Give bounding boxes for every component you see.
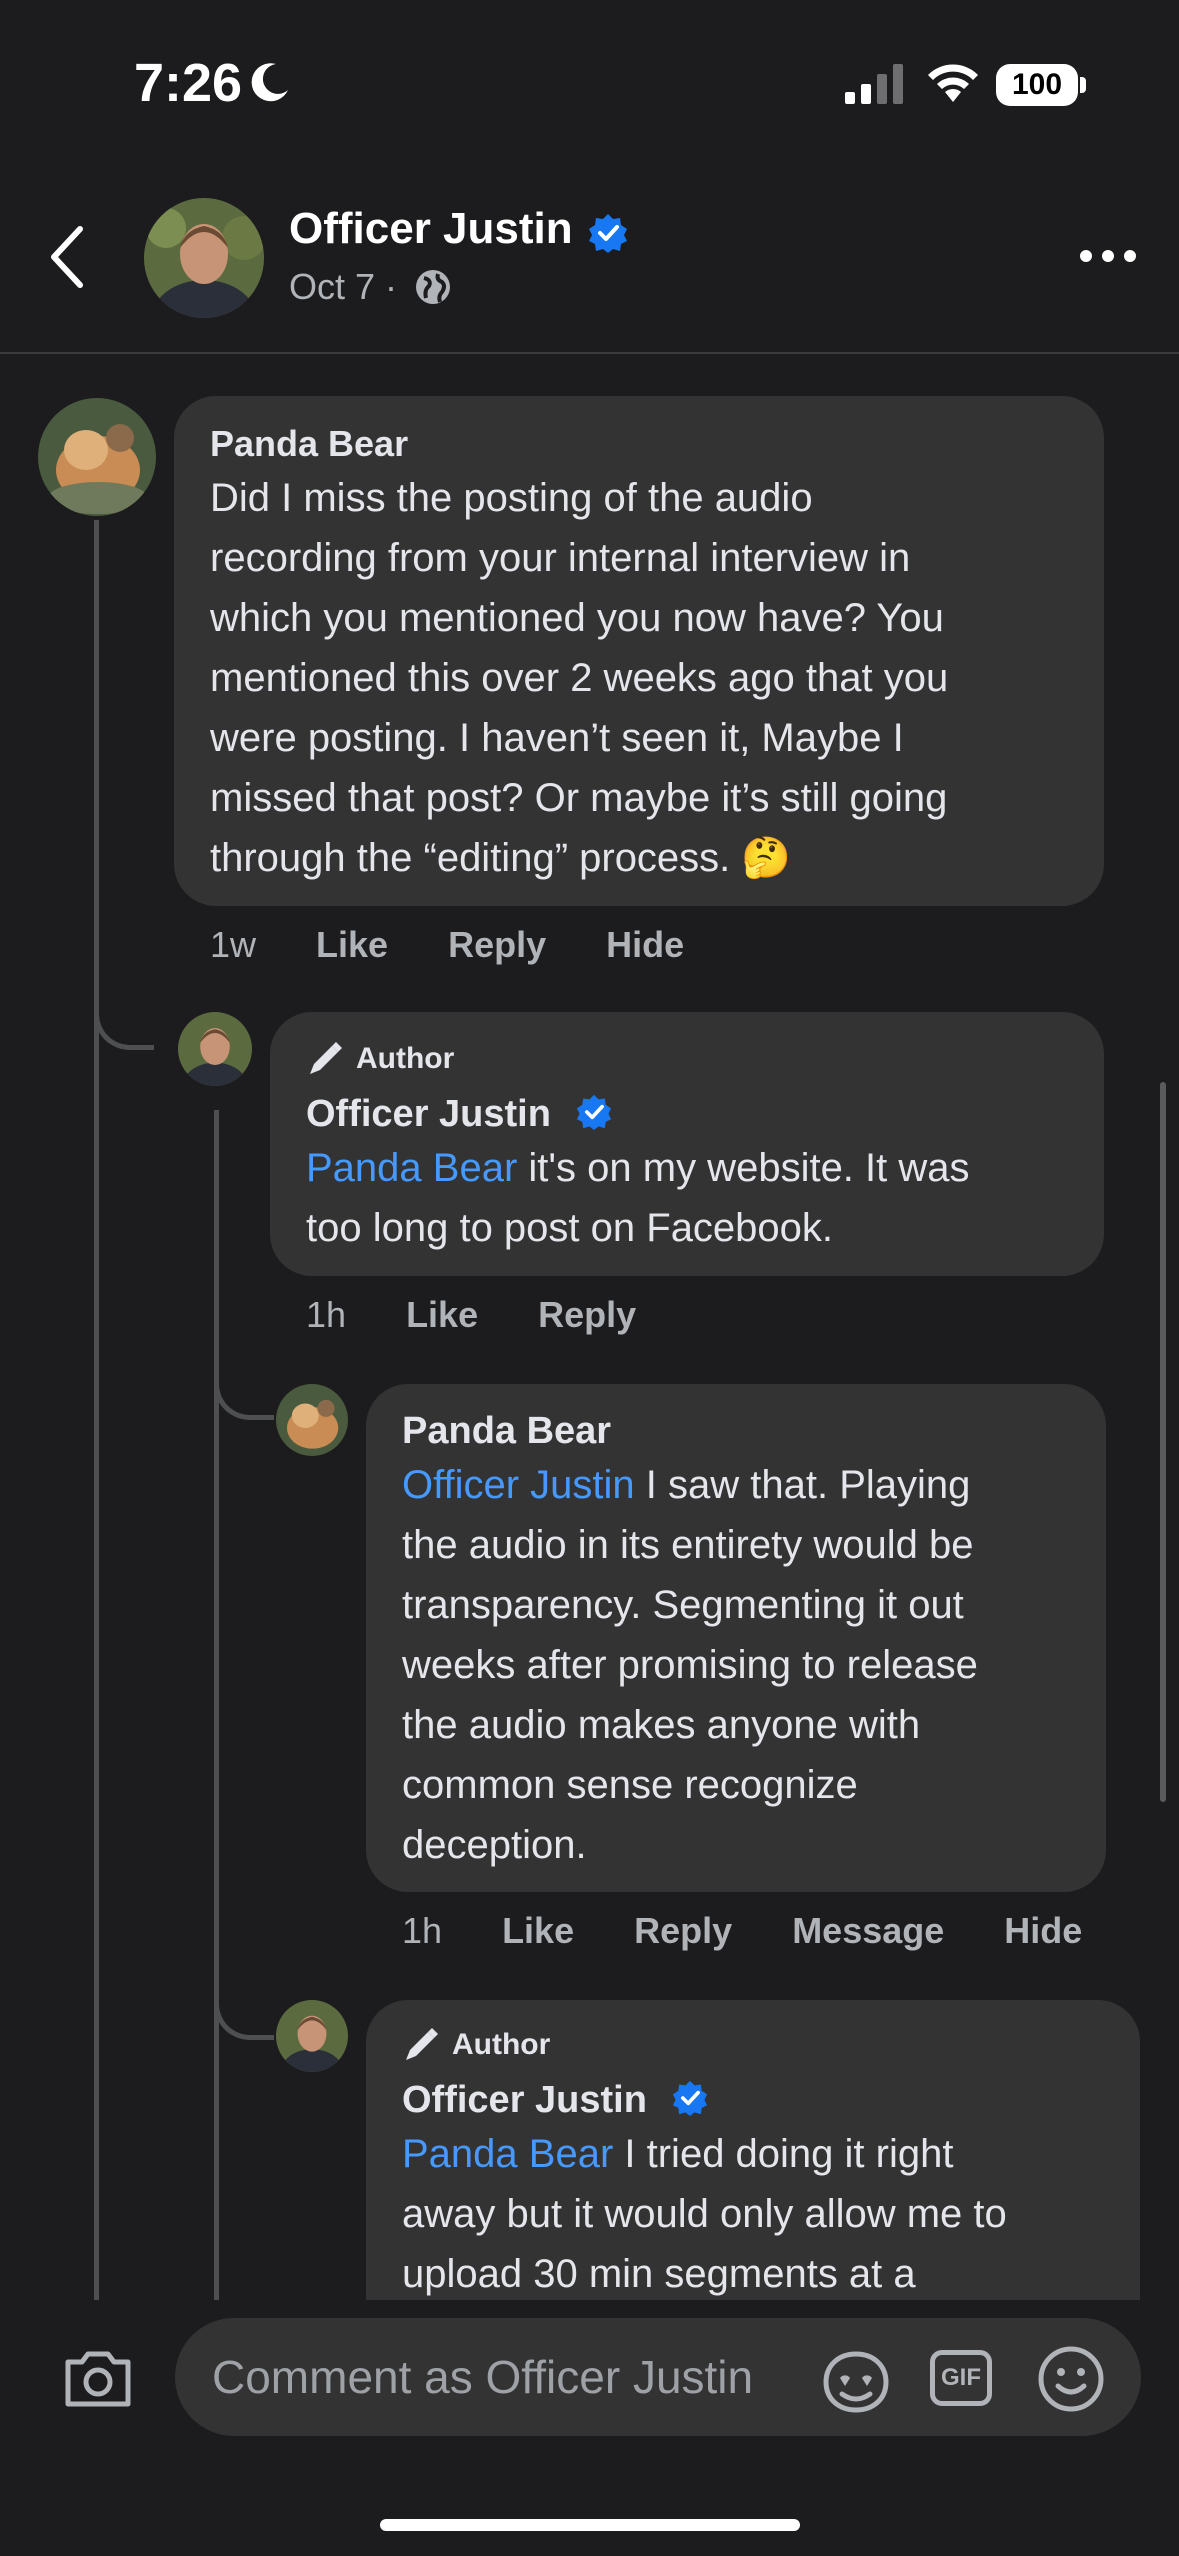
comment-author[interactable]: Officer Justin: [402, 2079, 647, 2122]
comment-line: through the “editing” process. 🤔: [210, 836, 792, 880]
comment-line: the audio makes anyone with: [402, 1703, 921, 1747]
message-button[interactable]: Message: [792, 1910, 944, 1951]
thread-line-level1: [94, 520, 99, 2300]
header-name[interactable]: Officer Justin: [289, 204, 573, 254]
hide-button[interactable]: Hide: [1004, 1910, 1082, 1951]
mention-link[interactable]: Officer Justin: [402, 1463, 635, 1507]
comment-actions: 1h Like Reply Message Hide: [402, 1910, 1132, 1952]
commenter-avatar[interactable]: [276, 2000, 348, 2072]
battery-tip: [1080, 77, 1086, 93]
comment-actions: 1h Like Reply: [306, 1294, 686, 1336]
comment-line: recording from your internal interview i…: [210, 536, 911, 580]
pencil-icon: [310, 1042, 342, 1074]
comment-actions: 1w Like Reply Hide: [210, 924, 734, 966]
comment-placeholder: Comment as Officer Justin: [212, 2351, 754, 2403]
emoji-icon[interactable]: [1036, 2344, 1106, 2414]
comment-line-rest: it's on my website. It was: [517, 1146, 970, 1190]
back-icon[interactable]: [46, 225, 86, 289]
comment-text: Officer Justin I saw that. Playing the a…: [402, 1455, 1092, 1875]
author-badge: Author: [356, 1042, 455, 1075]
mention-link[interactable]: Panda Bear: [402, 2132, 613, 2176]
header-avatar[interactable]: [144, 198, 264, 318]
comment-line: transparency. Segmenting it out: [402, 1583, 964, 1627]
comment-line: weeks after promising to release: [402, 1643, 978, 1687]
comment-time: 1w: [210, 924, 257, 965]
scrollbar[interactable]: [1160, 1082, 1166, 1802]
commenter-avatar[interactable]: [276, 1384, 348, 1456]
reply-button[interactable]: Reply: [538, 1294, 636, 1335]
thread-line-level2: [214, 1110, 219, 2300]
gif-button[interactable]: GIF: [930, 2350, 992, 2406]
sticker-icon[interactable]: [820, 2348, 892, 2416]
like-button[interactable]: Like: [316, 924, 388, 965]
comment-time: 1h: [306, 1294, 347, 1335]
commenter-avatar[interactable]: [38, 398, 156, 516]
comment-line-rest: I saw that. Playing: [634, 1463, 971, 1507]
reply-button[interactable]: Reply: [634, 1910, 732, 1951]
home-indicator[interactable]: [380, 2519, 800, 2531]
battery-indicator: 100: [996, 64, 1078, 106]
status-time: 7:26: [134, 53, 243, 113]
camera-icon[interactable]: [62, 2348, 134, 2408]
reply-button[interactable]: Reply: [448, 924, 546, 965]
like-button[interactable]: Like: [406, 1294, 478, 1335]
thread-connector-2: [214, 1370, 274, 1420]
comment-line: too long to post on Facebook.: [306, 1206, 834, 1250]
comment-line: Panda Bear I tried doing it right: [402, 2124, 1132, 2184]
comment-author[interactable]: Panda Bear: [402, 1410, 611, 1453]
thread-connector-3: [214, 1990, 274, 2040]
comment-line: upload 30 min segments at a: [402, 2252, 916, 2296]
comment-line: were posting. I haven’t seen it, Maybe I: [210, 716, 904, 760]
comment-text: Panda Bear it's on my website. It was to…: [306, 1138, 1086, 1258]
comment-line: deception.: [402, 1823, 587, 1867]
comment-line: away but it would only allow me to: [402, 2192, 1007, 2236]
verified-icon: [576, 1094, 612, 1130]
like-button[interactable]: Like: [502, 1910, 574, 1951]
comment-line: the audio in its entirety would be: [402, 1523, 974, 1567]
comment-text: Did I miss the posting of the audio reco…: [210, 468, 1090, 888]
thread-connector-1: [94, 1000, 154, 1050]
comment-line: Did I miss the posting of the audio: [210, 476, 813, 520]
comment-author[interactable]: Officer Justin: [306, 1093, 551, 1136]
hide-button[interactable]: Hide: [606, 924, 684, 965]
author-badge: Author: [452, 2028, 551, 2061]
signal-icon: [845, 64, 903, 104]
comment-line: common sense recognize: [402, 1763, 858, 1807]
comment-line: mentioned this over 2 weeks ago that you: [210, 656, 949, 700]
comment-line: which you mentioned you now have? You: [210, 596, 944, 640]
mention-link[interactable]: Panda Bear: [306, 1146, 517, 1190]
header-divider: [0, 352, 1179, 354]
verified-icon: [672, 2080, 708, 2116]
pencil-icon: [406, 2028, 438, 2060]
comment-time: 1h: [402, 1910, 443, 1951]
comment-line-rest: I tried doing it right: [613, 2132, 954, 2176]
post-date: Oct 7 ·: [289, 266, 398, 307]
comment-line: Officer Justin I saw that. Playing: [402, 1455, 1092, 1515]
comment-line: Panda Bear it's on my website. It was: [306, 1138, 1086, 1198]
verified-icon: [589, 214, 627, 253]
more-icon[interactable]: [1078, 248, 1138, 264]
wifi-icon: [928, 64, 978, 102]
comment-author[interactable]: Panda Bear: [210, 423, 408, 465]
comment-text: Panda Bear I tried doing it right away b…: [402, 2124, 1132, 2304]
globe-icon: [416, 270, 450, 304]
comment-line: missed that post? Or maybe it’s still go…: [210, 776, 948, 820]
moon-icon: [251, 63, 288, 102]
commenter-avatar[interactable]: [178, 1012, 252, 1086]
